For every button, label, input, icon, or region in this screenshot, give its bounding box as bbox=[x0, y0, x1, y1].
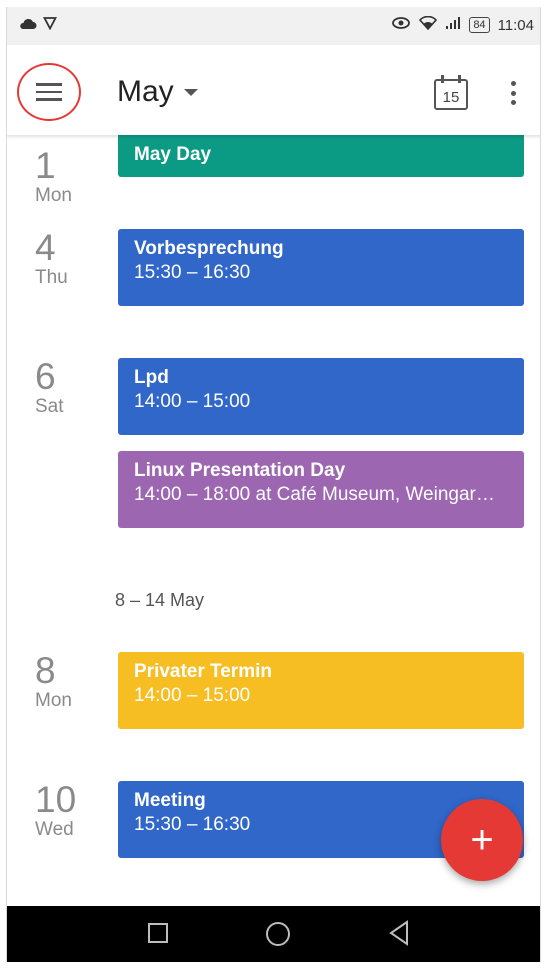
wifi-icon bbox=[419, 15, 438, 34]
event-title: Linux Presentation Day bbox=[134, 460, 346, 481]
shield-icon bbox=[43, 16, 57, 34]
event-title: Vorbesprechung bbox=[134, 238, 284, 259]
day-of-week: Mon bbox=[35, 185, 72, 206]
system-nav-bar bbox=[7, 906, 540, 962]
day-label: 10 Wed bbox=[35, 781, 95, 841]
event-privater-termin[interactable]: Privater Termin 14:00 – 15:00 bbox=[118, 652, 524, 729]
event-may-day[interactable]: May Day bbox=[118, 129, 524, 177]
event-vorbesprechung[interactable]: Vorbesprechung 15:30 – 16:30 bbox=[118, 229, 524, 306]
menu-button[interactable] bbox=[17, 63, 81, 121]
add-event-button[interactable]: + bbox=[441, 799, 523, 881]
day-label: 6 Sat bbox=[35, 358, 95, 418]
day-label: 8 Mon bbox=[35, 652, 95, 712]
day-number: 4 bbox=[35, 227, 56, 268]
event-lpd[interactable]: Lpd 14:00 – 15:00 bbox=[118, 358, 524, 435]
clock-time: 11:04 bbox=[497, 16, 534, 34]
day-number: 6 bbox=[35, 356, 56, 397]
menu-icon bbox=[36, 83, 62, 101]
day-label: 1 Mon bbox=[35, 147, 95, 207]
event-time: 15:30 – 16:30 bbox=[134, 262, 251, 283]
more-vert-icon[interactable] bbox=[503, 77, 523, 109]
event-linux-presentation-day[interactable]: Linux Presentation Day 14:00 – 18:00 at … bbox=[118, 451, 524, 528]
cloud-icon bbox=[19, 17, 37, 34]
status-bar: 84 11:04 bbox=[7, 7, 540, 45]
month-title[interactable]: May bbox=[117, 75, 174, 109]
day-number: 8 bbox=[35, 650, 56, 691]
today-button[interactable]: 15 bbox=[434, 75, 468, 111]
event-title: Meeting bbox=[134, 790, 206, 811]
event-time: 14:00 – 15:00 bbox=[134, 391, 251, 412]
day-of-week: Mon bbox=[35, 690, 72, 711]
day-of-week: Sat bbox=[35, 396, 64, 417]
recents-square-icon[interactable] bbox=[148, 923, 168, 943]
day-of-week: Thu bbox=[35, 267, 68, 288]
week-range-header: 8 – 14 May bbox=[115, 590, 205, 610]
event-title: Privater Termin bbox=[134, 661, 272, 682]
signal-icon bbox=[445, 16, 461, 34]
eye-icon bbox=[391, 16, 411, 34]
app-bar: May 15 bbox=[7, 45, 540, 135]
battery-icon: 84 bbox=[469, 17, 490, 33]
home-circle-icon[interactable] bbox=[266, 922, 290, 946]
today-date: 15 bbox=[442, 89, 460, 106]
day-label: 4 Thu bbox=[35, 229, 95, 289]
event-title: May Day bbox=[134, 144, 212, 165]
add-icon: + bbox=[470, 818, 494, 862]
event-time: 14:00 – 15:00 bbox=[134, 685, 251, 706]
event-title: Lpd bbox=[134, 367, 169, 388]
day-number: 10 bbox=[35, 779, 77, 820]
event-time-location: 14:00 – 18:00 at Café Museum, Weingar… bbox=[134, 484, 495, 505]
dropdown-caret-icon[interactable] bbox=[184, 89, 198, 96]
app-frame: 84 11:04 May 15 May Day 1 Mon 4 Thu Vorb… bbox=[6, 7, 541, 962]
day-number: 1 bbox=[35, 145, 56, 186]
day-of-week: Wed bbox=[35, 819, 74, 840]
back-triangle-icon[interactable] bbox=[388, 920, 410, 951]
